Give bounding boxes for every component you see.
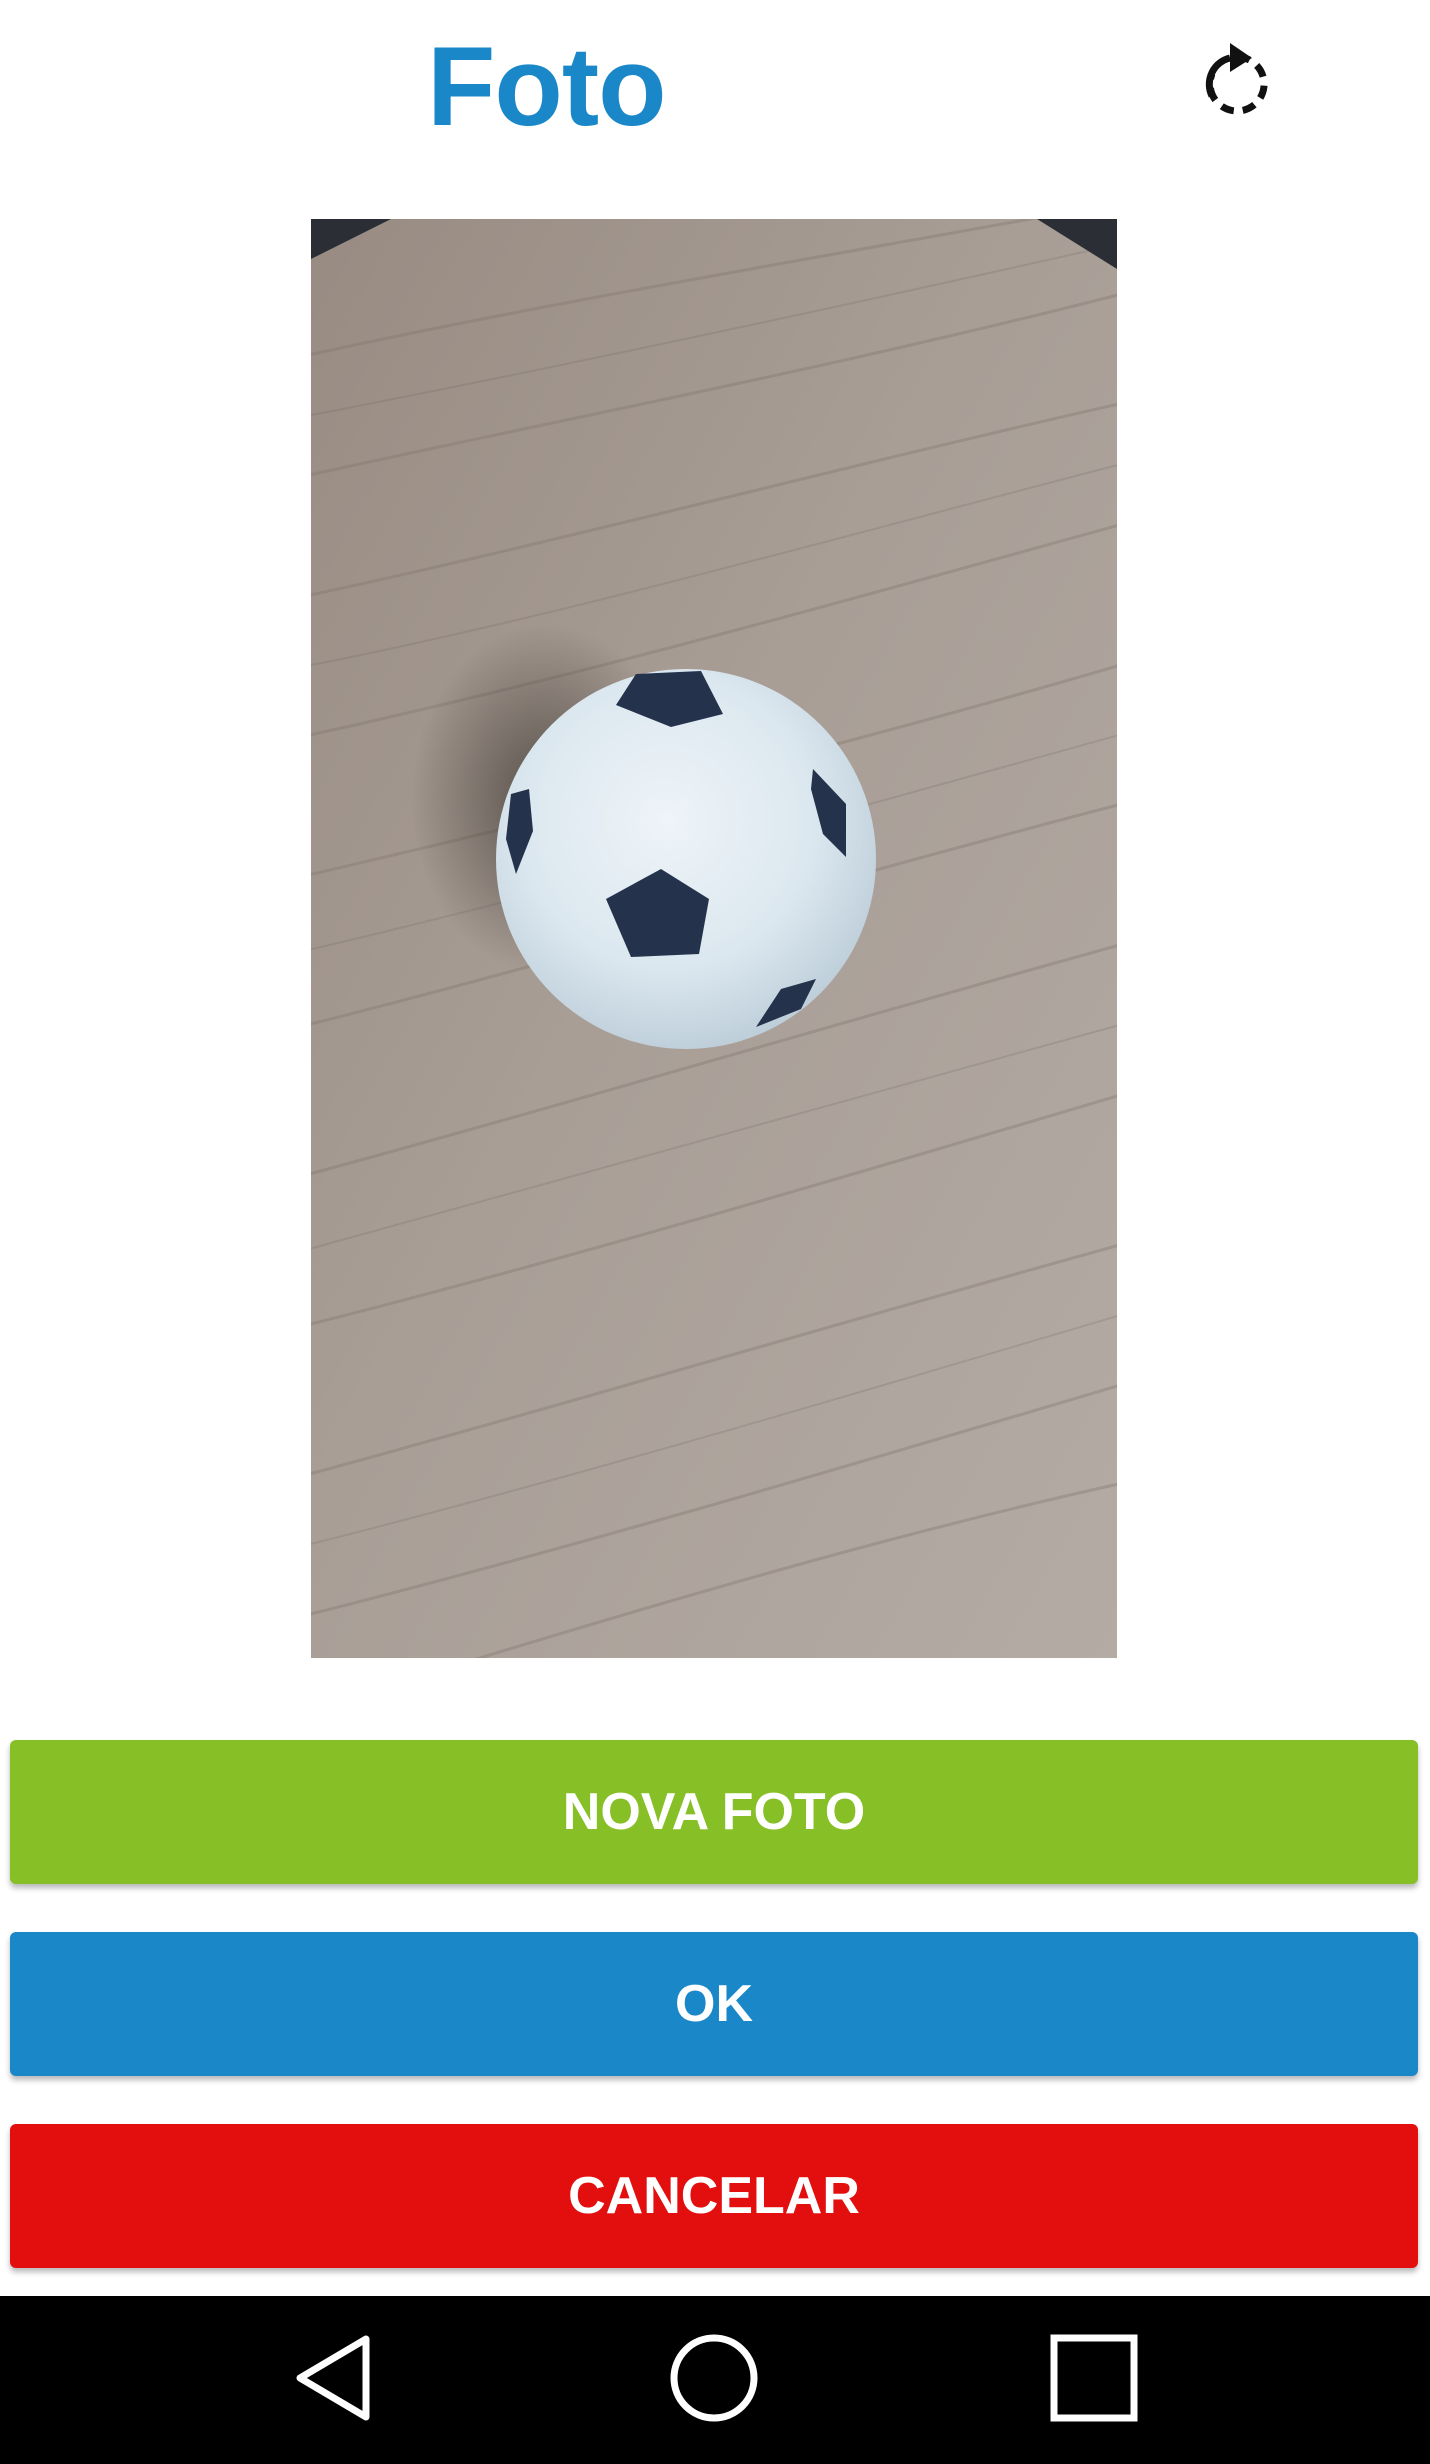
ok-button[interactable]: OK	[10, 1932, 1418, 2076]
photo-screen: Foto NOVA FOTO OK CANCELAR	[0, 0, 1430, 2464]
nav-back-button[interactable]	[274, 2320, 394, 2440]
page-title: Foto	[427, 24, 667, 149]
nav-home-button[interactable]	[654, 2320, 774, 2440]
navigation-bar	[0, 2296, 1430, 2464]
back-triangle-icon	[292, 2333, 376, 2428]
nav-recents-button[interactable]	[1034, 2320, 1154, 2440]
cancel-button[interactable]: CANCELAR	[10, 2124, 1418, 2268]
new-photo-button[interactable]: NOVA FOTO	[10, 1740, 1418, 1884]
rotate-button[interactable]	[1182, 28, 1292, 138]
captured-photo	[311, 219, 1117, 1658]
rotate-clockwise-icon	[1200, 41, 1274, 126]
header: Foto	[0, 0, 1430, 190]
home-circle-icon	[669, 2333, 759, 2428]
recents-square-icon	[1050, 2334, 1138, 2427]
